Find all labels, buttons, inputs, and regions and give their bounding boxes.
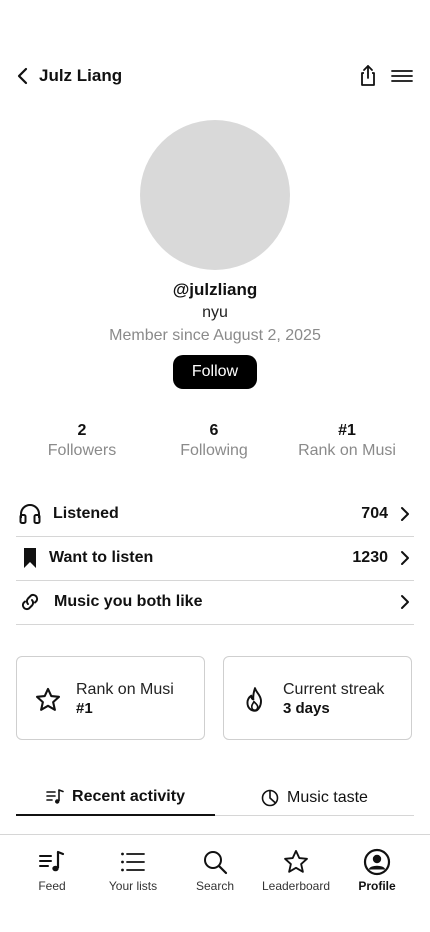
profile-school: nyu (202, 304, 228, 321)
card-rank[interactable]: Rank on Musi #1 (16, 656, 205, 740)
page-title: Julz Liang (39, 66, 123, 85)
stat-label: Followers (47, 442, 117, 459)
menu-button[interactable] (390, 64, 414, 88)
nav-feed[interactable]: Feed (12, 848, 92, 894)
row-count: 704 (361, 505, 388, 522)
tab-music-taste[interactable]: Music taste (215, 780, 414, 816)
card-title: Rank on Musi (76, 681, 174, 698)
chevron-left-icon (17, 67, 28, 85)
star-icon (33, 685, 63, 715)
follow-button[interactable]: Follow (173, 355, 257, 389)
nav-profile[interactable]: Profile (337, 848, 417, 894)
nav-leaderboard[interactable]: Leaderboard (256, 848, 336, 894)
stat-following[interactable]: 6 Following (144, 421, 284, 461)
bookmark-icon (18, 546, 42, 570)
menu-icon (391, 70, 413, 82)
chevron-right-icon (396, 548, 414, 568)
nav-divider (0, 834, 430, 835)
row-count: 1230 (352, 549, 388, 566)
list-icon (93, 848, 173, 876)
chevron-right-icon (396, 504, 414, 524)
search-icon (175, 848, 255, 876)
back-button[interactable] (12, 64, 34, 88)
row-label: Listened (53, 505, 119, 522)
stat-value: #1 (338, 422, 356, 439)
tab-label: Music taste (287, 788, 368, 806)
row-want-to-listen[interactable]: Want to listen 1230 (16, 536, 414, 581)
flame-icon (240, 685, 270, 715)
member-since: Member since August 2, 2025 (109, 327, 321, 344)
nav-label: Leaderboard (261, 879, 331, 893)
card-value: 3 days (283, 700, 330, 717)
star-icon (256, 848, 336, 876)
stat-label: Following (180, 442, 248, 459)
top-header: Julz Liang (0, 56, 430, 96)
row-label: Music you both like (54, 593, 203, 610)
nav-label: Your lists (108, 879, 158, 893)
headphones-icon (18, 502, 42, 526)
nav-search[interactable]: Search (175, 848, 255, 894)
share-button[interactable] (356, 62, 380, 90)
row-label: Want to listen (49, 549, 154, 566)
pie-chart-icon (261, 789, 279, 806)
nav-label: Feed (38, 879, 66, 893)
nav-label: Profile (358, 879, 396, 893)
nav-label: Search (195, 879, 235, 893)
card-value: #1 (76, 700, 93, 717)
nav-your-lists[interactable]: Your lists (93, 848, 173, 894)
music-list-icon (46, 789, 64, 804)
row-music-you-both-like[interactable]: Music you both like (16, 580, 414, 625)
link-icon (18, 590, 42, 614)
profile-handle: @julzliang (172, 280, 258, 299)
avatar (140, 120, 290, 270)
stat-followers[interactable]: 2 Followers (12, 421, 152, 461)
stat-rank[interactable]: #1 Rank on Musi (277, 421, 417, 461)
row-listened[interactable]: Listened 704 (16, 492, 414, 537)
tab-recent-activity[interactable]: Recent activity (16, 780, 215, 816)
share-icon (361, 65, 375, 86)
tab-label: Recent activity (72, 788, 185, 805)
stat-value: 2 (77, 422, 87, 439)
card-title: Current streak (283, 681, 385, 698)
feed-icon (12, 848, 92, 876)
stat-value: 6 (209, 422, 219, 439)
stat-label: Rank on Musi (298, 442, 396, 459)
card-streak[interactable]: Current streak 3 days (223, 656, 412, 740)
chevron-right-icon (396, 592, 414, 612)
profile-icon (337, 848, 417, 876)
